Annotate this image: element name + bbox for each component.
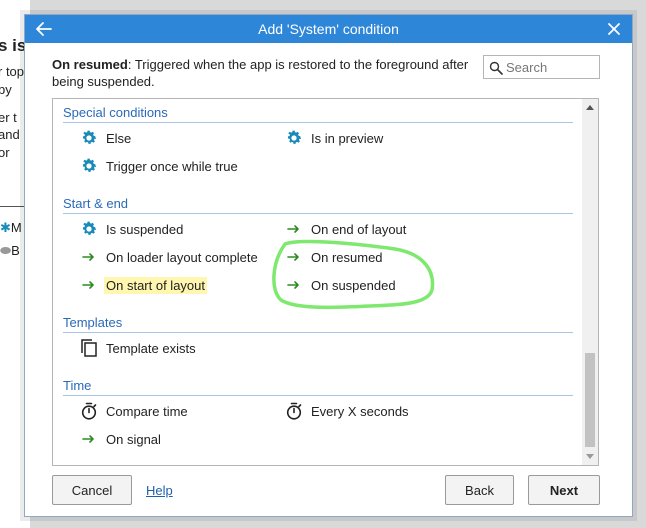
background-text: r top xyxy=(0,64,25,79)
condition-item-template-exists[interactable]: Template exists xyxy=(79,337,196,359)
section-header-special-conditions: Special conditions xyxy=(63,105,573,123)
condition-item-label: On suspended xyxy=(311,277,396,293)
condition-item-compare-time[interactable]: Compare time xyxy=(79,400,188,422)
condition-item-label: Is in preview xyxy=(311,130,384,146)
condition-item-label: Trigger once while true xyxy=(106,158,238,174)
condition-item-else[interactable]: Else xyxy=(79,127,131,149)
condition-item-on-resumed[interactable]: On resumed xyxy=(284,246,383,268)
condition-item-is-suspended[interactable]: Is suspended xyxy=(79,218,183,240)
trigger-arrow-icon xyxy=(284,275,304,295)
condition-item-on-loader-layout-complete[interactable]: On loader layout complete xyxy=(79,246,258,268)
background-text: er t xyxy=(0,110,17,125)
dialog-titlebar: Add 'System' condition xyxy=(25,15,632,43)
search-icon xyxy=(489,61,503,75)
dialog-title: Add 'System' condition xyxy=(258,21,399,37)
stopwatch-icon xyxy=(284,401,304,421)
condition-item-label: Is suspended xyxy=(106,221,184,237)
search-box[interactable] xyxy=(483,55,600,79)
background-text: or xyxy=(0,145,10,160)
list-scrollbar[interactable] xyxy=(582,99,598,465)
condition-item-label: Every X seconds xyxy=(311,403,409,419)
next-button[interactable]: Next xyxy=(528,475,600,505)
condition-item-label: Compare time xyxy=(106,403,188,419)
background-text: and xyxy=(0,127,20,142)
condition-item-on-start-of-layout[interactable]: On start of layout xyxy=(79,274,207,296)
condition-item-trigger-once[interactable]: Trigger once while true xyxy=(79,155,238,177)
condition-item-is-in-preview[interactable]: Is in preview xyxy=(284,127,383,149)
gear-icon xyxy=(284,128,304,148)
section-header-time: Time xyxy=(63,378,573,396)
condition-item-label: On end of layout xyxy=(311,221,407,237)
condition-list-content: Special conditions Else Is in preview Tr… xyxy=(53,99,583,465)
background-list-item: ⬬B xyxy=(0,243,20,258)
condition-item-label: On signal xyxy=(106,431,161,447)
trigger-arrow-icon xyxy=(79,247,99,267)
add-condition-dialog: Add 'System' condition On resumed: Trigg… xyxy=(24,14,633,517)
trigger-arrow-icon xyxy=(79,429,99,449)
search-input[interactable] xyxy=(506,58,596,76)
condition-item-on-suspended[interactable]: On suspended xyxy=(284,274,396,296)
condition-item-every-x-seconds[interactable]: Every X seconds xyxy=(284,400,409,422)
condition-item-label: On loader layout complete xyxy=(106,249,258,265)
close-icon[interactable] xyxy=(604,19,624,39)
description-name: On resumed xyxy=(52,57,128,72)
gear-icon xyxy=(79,156,99,176)
condition-item-on-end-of-layout[interactable]: On end of layout xyxy=(284,218,406,240)
condition-item-label: Else xyxy=(106,130,132,146)
section-header-templates: Templates xyxy=(63,315,573,333)
gear-icon xyxy=(79,128,99,148)
cancel-button[interactable]: Cancel xyxy=(52,475,132,505)
condition-description: On resumed: Triggered when the app is re… xyxy=(52,56,482,90)
background-text: by xyxy=(0,82,12,97)
back-button[interactable]: Back xyxy=(445,475,514,505)
copy-icon xyxy=(79,338,99,358)
scroll-down-arrow-icon[interactable] xyxy=(582,449,598,465)
trigger-arrow-icon xyxy=(79,275,99,295)
stopwatch-icon xyxy=(79,401,99,421)
condition-item-label: On resumed xyxy=(311,249,383,265)
scroll-up-arrow-icon[interactable] xyxy=(582,99,598,115)
scrollbar-thumb[interactable] xyxy=(585,353,595,447)
help-link[interactable]: Help xyxy=(146,483,173,498)
background-list-item: ✱M xyxy=(0,220,22,235)
gear-icon xyxy=(79,219,99,239)
background-title: s is xyxy=(0,36,27,55)
condition-item-label: Template exists xyxy=(106,340,196,356)
section-header-start-end: Start & end xyxy=(63,196,573,214)
trigger-arrow-icon xyxy=(284,247,304,267)
trigger-arrow-icon xyxy=(284,219,304,239)
condition-list: Special conditions Else Is in preview Tr… xyxy=(52,98,599,466)
condition-item-on-signal[interactable]: On signal xyxy=(79,428,161,450)
condition-item-label: On start of layout xyxy=(104,276,207,294)
